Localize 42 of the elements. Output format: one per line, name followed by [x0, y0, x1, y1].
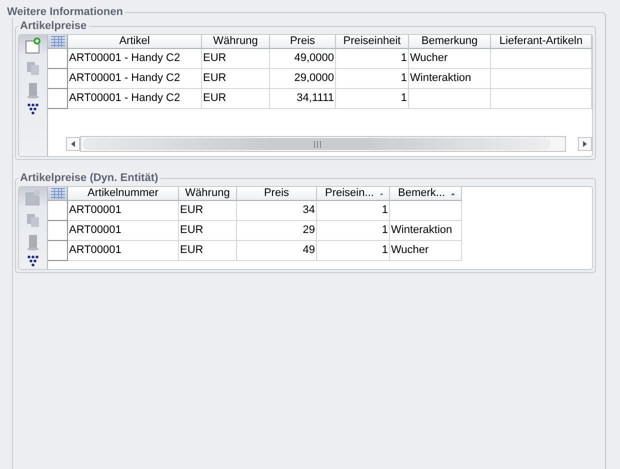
table-cell: 49,0000 [270, 49, 336, 69]
section-title: Weitere Informationen [5, 6, 125, 18]
table-cell: EUR [202, 49, 270, 69]
table-cell: 34,1111 [270, 89, 336, 109]
column-header[interactable]: Währung [179, 187, 237, 201]
table-cell: 49 [237, 241, 317, 261]
table-cell: ART00001 - Handy C2 [68, 49, 202, 69]
column-header[interactable]: Artikel [68, 35, 202, 49]
table-cell: 1 [336, 69, 409, 89]
column-header[interactable]: Lieferant-Artikeln [491, 35, 592, 49]
table-cell: 1 [317, 221, 390, 241]
table-cell: ART00001 [68, 221, 179, 241]
table-cell: EUR [202, 69, 270, 89]
group-title: Artikelpreise (Dyn. Entität) [19, 172, 160, 184]
table-cell: EUR [179, 221, 237, 241]
table-cell: EUR [179, 201, 237, 221]
table-cell: EUR [179, 241, 237, 261]
table-cell: 1 [336, 89, 409, 109]
column-header[interactable]: Preis [237, 187, 317, 201]
column-header[interactable]: Bemerk... [390, 187, 462, 201]
column-header[interactable]: Bemerkung [409, 35, 491, 49]
column-header[interactable]: Preisein... [317, 187, 390, 201]
table-cell: ART00001 - Handy C2 [68, 89, 202, 109]
table-cell: 34 [237, 201, 317, 221]
group-title: Artikelpreise [19, 20, 88, 32]
table-cell: 29 [237, 221, 317, 241]
table-cell: ART00001 [68, 241, 179, 261]
table-cell: Winteraktion [409, 69, 491, 89]
column-header[interactable]: Währung [202, 35, 270, 49]
table-cell: 1 [317, 241, 390, 261]
column-header[interactable]: Artikelnummer [68, 187, 179, 201]
table-cell: 29,0000 [270, 69, 336, 89]
column-header[interactable]: Preiseinheit [336, 35, 409, 49]
table-cell: EUR [202, 89, 270, 109]
table-cell: Wucher [390, 241, 462, 261]
column-header[interactable]: Preis [270, 35, 336, 49]
table-cell: Winteraktion [390, 221, 462, 241]
table-cell: ART00001 [68, 201, 179, 221]
table-cell: 1 [317, 201, 390, 221]
table-cell: 1 [336, 49, 409, 69]
table-cell: Wucher [409, 49, 491, 69]
table-cell: ART00001 - Handy C2 [68, 69, 202, 89]
